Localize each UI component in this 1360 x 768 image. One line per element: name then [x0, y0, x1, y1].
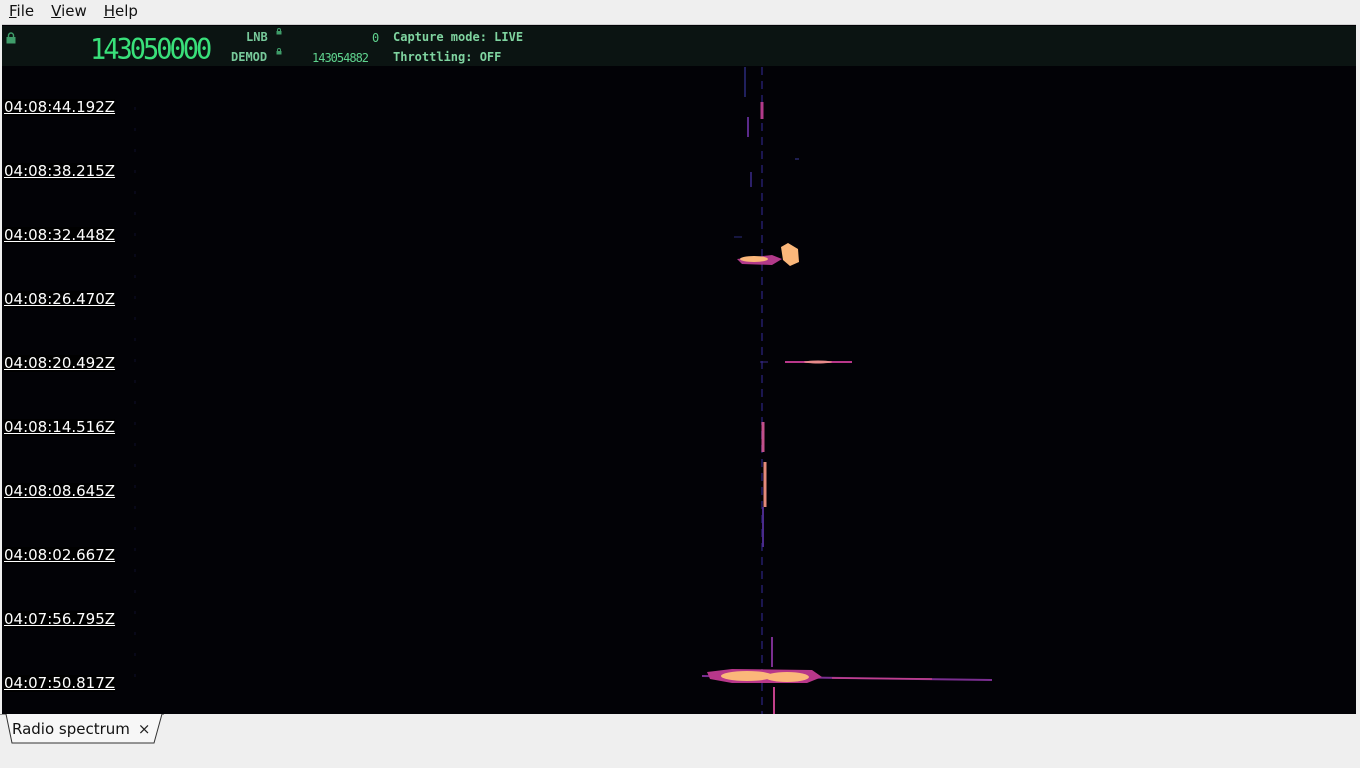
tab-label: Radio spectrum	[12, 720, 130, 738]
timestamp-label[interactable]: 04:08:44.192Z	[4, 99, 116, 116]
timestamp-label[interactable]: 04:08:08.645Z	[4, 483, 116, 500]
menu-help[interactable]: Help	[95, 2, 146, 20]
lnb-label: LNB	[246, 30, 268, 44]
menu-file[interactable]: File	[0, 2, 42, 20]
demod-label: DEMOD	[231, 50, 268, 64]
close-icon[interactable]: ×	[138, 720, 151, 738]
menu-bar: File View Help	[0, 0, 1360, 22]
throttling-status: Throttling: OFF	[393, 50, 502, 64]
timestamp-label[interactable]: 04:08:38.215Z	[4, 163, 116, 180]
lnb-value[interactable]: 0	[372, 31, 379, 45]
main-frequency-display[interactable]: 143050000	[90, 34, 212, 67]
lock-icon[interactable]	[6, 32, 16, 44]
tab-bar: Radio spectrum ×	[0, 714, 1360, 768]
menu-view[interactable]: View	[42, 2, 95, 20]
timestamp-label[interactable]: 04:08:26.470Z	[4, 291, 116, 308]
spectrum-panel: 143050000 LNB 0 DEMOD 143054882 Capture …	[2, 24, 1356, 715]
waterfall-display[interactable]: 04:08:44.192Z 04:08:38.215Z 04:08:32.448…	[2, 67, 1356, 715]
timestamp-label[interactable]: 04:08:20.492Z	[4, 355, 116, 372]
frequency-header: 143050000 LNB 0 DEMOD 143054882 Capture …	[2, 26, 1356, 67]
demod-value[interactable]: 143054882	[312, 51, 369, 65]
timestamp-label[interactable]: 04:07:50.817Z	[4, 675, 116, 692]
timestamp-label[interactable]: 04:07:56.795Z	[4, 611, 116, 628]
timestamp-label[interactable]: 04:08:32.448Z	[4, 227, 116, 244]
timestamp-label[interactable]: 04:08:14.516Z	[4, 419, 116, 436]
lock-icon[interactable]	[276, 28, 282, 35]
lock-icon[interactable]	[276, 48, 282, 55]
waterfall-canvas	[2, 67, 1356, 715]
tab-radio-spectrum[interactable]: Radio spectrum ×	[2, 714, 150, 744]
timestamp-label[interactable]: 04:08:02.667Z	[4, 547, 116, 564]
capture-mode-status: Capture mode: LIVE	[393, 30, 524, 44]
